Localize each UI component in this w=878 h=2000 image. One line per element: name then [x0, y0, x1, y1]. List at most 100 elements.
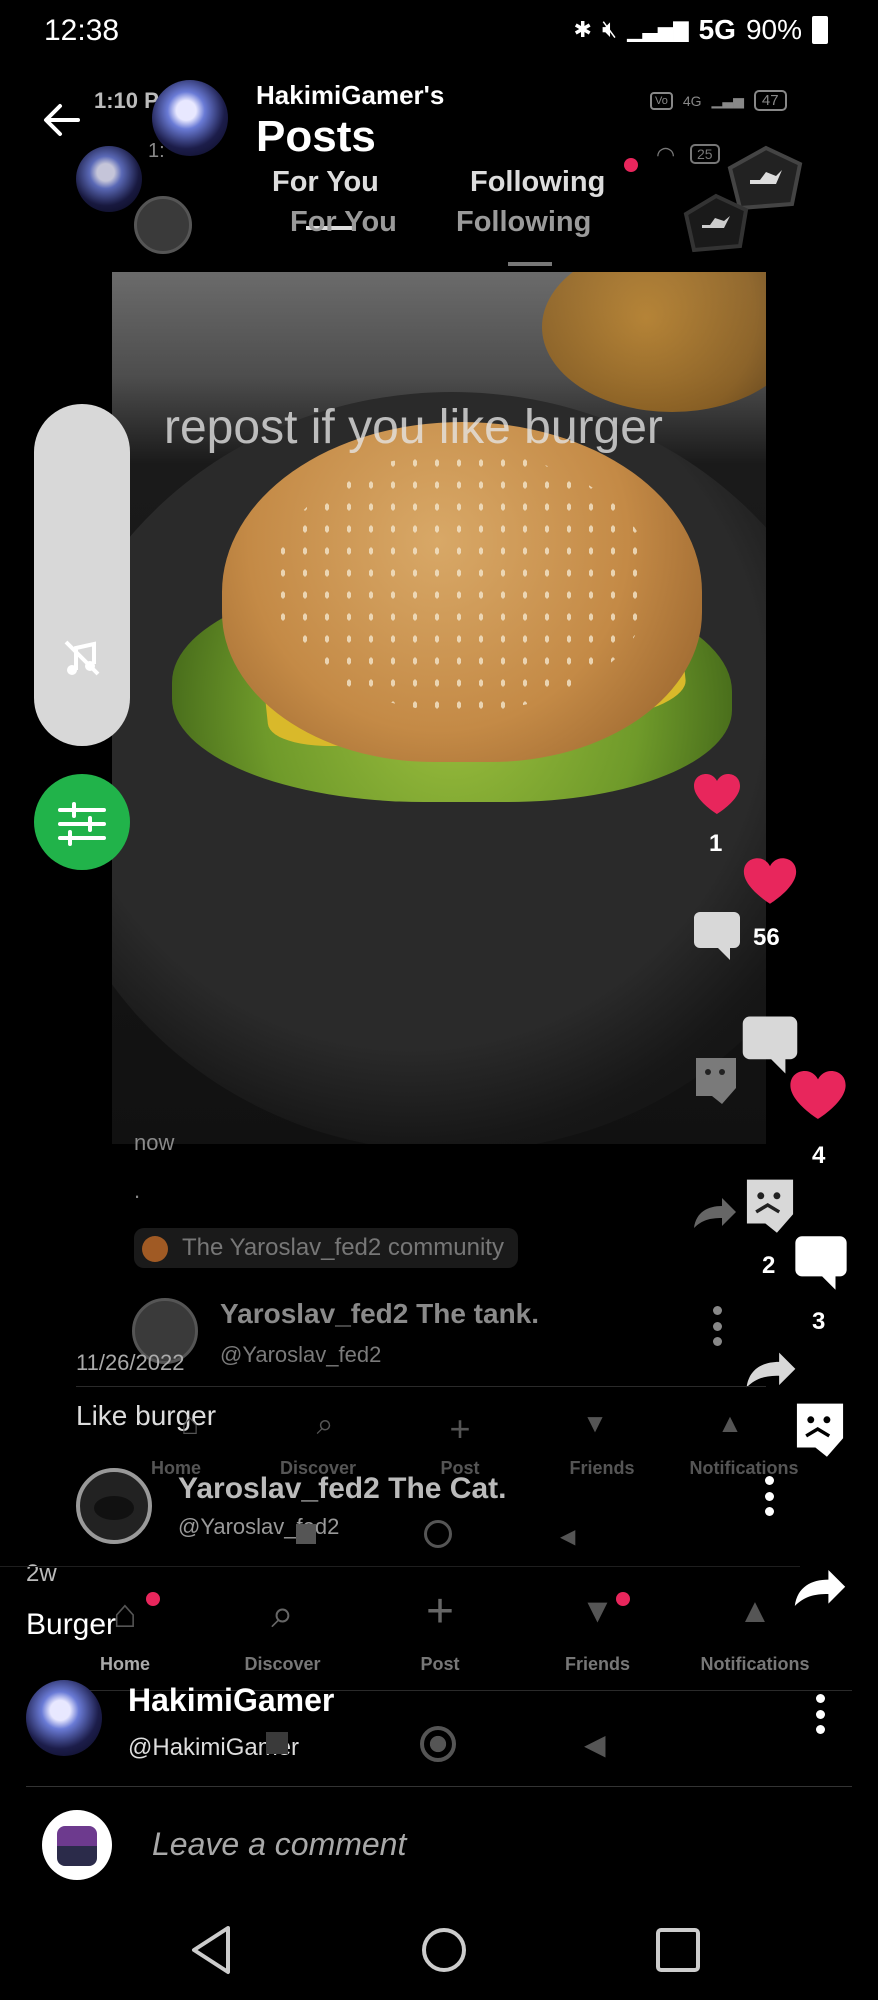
nav-post[interactable]: Post: [375, 1654, 505, 1675]
tab-for-you[interactable]: For You: [272, 166, 379, 199]
page-title: Posts: [256, 112, 376, 161]
ghost-more-icon[interactable]: [764, 1476, 774, 1516]
comment-bubble-icon-3[interactable]: [790, 1234, 852, 1292]
divider: [26, 1786, 852, 1787]
nav-discover[interactable]: Discover: [218, 1654, 348, 1675]
like-count: 1: [709, 830, 723, 857]
post-body: .: [134, 1178, 141, 1203]
like-heart-icon-2[interactable]: [741, 856, 799, 906]
image-overlay-text: repost if you like burger: [164, 401, 663, 454]
ghost-share-icon: [694, 1198, 736, 1228]
system-back-icon[interactable]: [182, 1920, 242, 1980]
ghost-author-name[interactable]: Yaroslav_fed2 The Cat.: [178, 1472, 506, 1506]
cat-avatar[interactable]: [76, 1468, 152, 1544]
orange-fruit: [542, 272, 766, 412]
ghost-tab-following: Following: [456, 206, 592, 238]
owner-name: HakimiGamer's: [256, 80, 445, 110]
system-recents-icon[interactable]: [648, 1920, 708, 1980]
comment-bubble-icon[interactable]: [690, 910, 744, 962]
nav-friends[interactable]: Friends: [533, 1654, 663, 1675]
ghost-home-icon: ⌂: [180, 1408, 200, 1441]
my-avatar[interactable]: [42, 1810, 112, 1880]
signal-icon: ▁▃▅▇: [627, 19, 689, 42]
battery-icon: [812, 16, 828, 44]
system-home-icon[interactable]: [414, 1920, 474, 1980]
ghost-search-icon: ⌕: [316, 1408, 334, 1441]
friends-icon[interactable]: ▼: [533, 1592, 663, 1637]
nav-home[interactable]: Home: [60, 1654, 190, 1675]
ghost-volte-icon: Vo: [650, 91, 673, 110]
sesame-seeds: [272, 452, 652, 712]
divider: [0, 1566, 800, 1567]
author-name[interactable]: HakimiGamer: [128, 1682, 334, 1719]
owner-avatar[interactable]: [152, 80, 228, 156]
more-options-icon[interactable]: [815, 1694, 825, 1734]
ghost-owner-avatar: [76, 146, 142, 212]
ghost-status-icons: Vo 4G ▁▃▅ 47: [650, 90, 787, 111]
divider: [76, 1386, 766, 1387]
post-age: 2w: [26, 1560, 57, 1587]
post-more-icon[interactable]: [712, 1306, 722, 1346]
post-time: now: [134, 1130, 175, 1155]
faded-triangle-icon: ◀: [584, 1729, 606, 1760]
post-date: 11/26/2022: [76, 1350, 185, 1375]
back-arrow-icon[interactable]: [38, 96, 86, 144]
author-avatar[interactable]: [26, 1680, 102, 1756]
post-author-handle: @Yaroslav_fed2: [220, 1342, 382, 1367]
repost-count: 2: [762, 1252, 776, 1279]
repost-icon[interactable]: [740, 1172, 800, 1238]
like-heart-icon[interactable]: [692, 772, 742, 816]
comment-count-2: 3: [812, 1308, 826, 1335]
mute-icon: 🔇︎: [601, 16, 618, 43]
nav-labels: Home Discover Post Friends Notifications: [60, 1654, 820, 1675]
post-author-name[interactable]: Yaroslav_fed2 The tank.: [220, 1298, 539, 1330]
status-indicators: ✱ 🔇︎ ▁▃▅▇ 5G 90%: [573, 14, 828, 46]
bluetooth-icon: ✱: [573, 17, 592, 42]
tab-following[interactable]: Following: [470, 166, 605, 199]
ghost-square-icon: [296, 1524, 316, 1544]
community-icon: [142, 1236, 168, 1262]
ghost-tank-avatar: [134, 196, 192, 254]
ghost-friends-icon: ▼: [582, 1408, 608, 1438]
status-time: 12:38: [44, 14, 120, 47]
comment-input[interactable]: [152, 1826, 752, 1863]
faded-circle-icon: [420, 1726, 456, 1762]
share-icon[interactable]: [742, 1350, 800, 1390]
community-chip[interactable]: The Yaroslav_fed2 community: [134, 1228, 518, 1268]
ghost-notification-dot: [624, 158, 638, 172]
sound-panel[interactable]: [34, 404, 130, 746]
ghost-nav-friends: Friends: [569, 1458, 635, 1478]
ghost-bell-icon: ▲: [717, 1408, 743, 1438]
ghost-battery-2: 25: [690, 144, 720, 164]
like-count-2: 4: [812, 1142, 826, 1169]
repost-icon-2[interactable]: [790, 1396, 850, 1462]
ghost-wifi-icon: ◠: [656, 142, 676, 167]
ghost-signal-label: 4G: [682, 92, 702, 109]
plus-icon[interactable]: +: [375, 1588, 505, 1637]
ghost-time: 1:10 P: [94, 88, 159, 113]
ghost-plus-icon: +: [449, 1408, 471, 1449]
search-icon[interactable]: ⌕: [218, 1592, 348, 1637]
ghost-battery: 47: [753, 90, 787, 111]
battery-percent: 90%: [745, 14, 802, 45]
ghost-repost-badge-icon-2: [683, 193, 749, 253]
ghost-repost-icon: [696, 1058, 736, 1104]
ghost-nav-bar: ⌂ ⌕ + ▼ ▲: [140, 1408, 780, 1450]
filter-button[interactable]: [34, 774, 130, 870]
sliders-icon: [58, 802, 106, 846]
ghost-signal-icon: ▁▃▅: [711, 92, 744, 108]
ghost-triangle-icon: ◀: [560, 1526, 576, 1548]
nav-notifications[interactable]: Notifications: [690, 1654, 820, 1675]
bell-icon[interactable]: ▲: [690, 1592, 820, 1637]
home-icon[interactable]: ⌂: [60, 1592, 190, 1637]
ghost-nav-notifications: Notifications: [689, 1458, 799, 1478]
comment-count: 56: [753, 924, 780, 951]
post-image[interactable]: repost if you like burger: [112, 272, 766, 1144]
ghost-circle-icon: [424, 1520, 452, 1548]
music-muted-icon[interactable]: [60, 636, 104, 680]
nav-bar: ⌂ ⌕ + ▼ ▲: [60, 1588, 820, 1637]
network-type: 5G: [698, 14, 736, 45]
comment-bubble-icon-2[interactable]: [738, 1014, 802, 1076]
like-heart-icon-3[interactable]: [788, 1068, 848, 1122]
ghost-tab-for-you: For You: [290, 206, 397, 238]
